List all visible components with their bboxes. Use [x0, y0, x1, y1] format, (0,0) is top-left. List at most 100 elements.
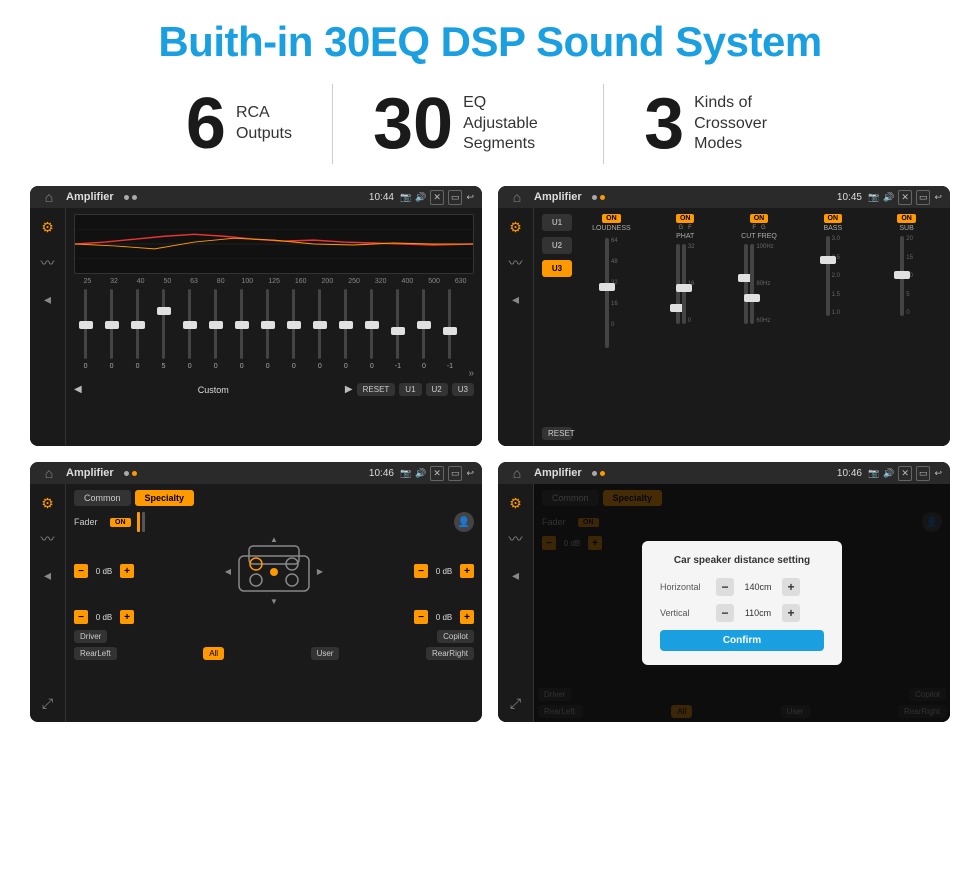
- fader-on-toggle[interactable]: ON: [110, 518, 131, 527]
- copilot-btn[interactable]: Copilot: [437, 630, 474, 643]
- db-minus-2[interactable]: −: [74, 610, 88, 624]
- slider-thumb-15: [443, 327, 457, 335]
- eq-u1-btn[interactable]: U1: [399, 383, 421, 396]
- cutfreq-gf: F G: [752, 225, 765, 231]
- slider-thumb-10: [313, 321, 327, 329]
- common-tab[interactable]: Common: [74, 490, 131, 506]
- bass-thumb: [820, 256, 836, 264]
- eq-slider-8[interactable]: 0: [256, 289, 279, 379]
- eq-reset-btn[interactable]: RESET: [357, 383, 396, 396]
- phat-track-f[interactable]: [682, 244, 686, 324]
- eq-icon[interactable]: ⚙: [37, 216, 59, 238]
- db-minus-r1[interactable]: −: [414, 564, 428, 578]
- eq-slider-2[interactable]: 0: [100, 289, 123, 379]
- vol-down-icon-3[interactable]: ◂: [37, 564, 59, 586]
- eq-slider-4[interactable]: 5: [152, 289, 175, 379]
- eq-icon-2[interactable]: ⚙: [505, 216, 527, 238]
- user-btn[interactable]: User: [311, 647, 340, 660]
- crossover-reset-btn[interactable]: RESET: [542, 427, 572, 440]
- fader-status-bar: ⌂ Amplifier 10:46 📷 🔊 ✕ ▭ ↩: [30, 462, 482, 484]
- eq-slider-5[interactable]: 0: [178, 289, 201, 379]
- eq-slider-12[interactable]: 0: [360, 289, 383, 379]
- eq-slider-10[interactable]: 0: [308, 289, 331, 379]
- sig-icon: ✕: [898, 190, 912, 205]
- eq-icon-3[interactable]: ⚙: [37, 492, 59, 514]
- db-plus-1[interactable]: +: [120, 564, 134, 578]
- preset-u2-btn[interactable]: U2: [542, 237, 572, 254]
- eq-slider-14[interactable]: 0: [412, 289, 435, 379]
- horizontal-minus-btn[interactable]: −: [716, 578, 734, 596]
- db-plus-r1[interactable]: +: [460, 564, 474, 578]
- eq-slider-1[interactable]: 0: [74, 289, 97, 379]
- eq-slider-9[interactable]: 0: [282, 289, 305, 379]
- eq-status-dots: [124, 195, 137, 200]
- sub-track[interactable]: [900, 236, 904, 316]
- expand-icon-4[interactable]: ⤢: [505, 692, 527, 714]
- vertical-plus-btn[interactable]: +: [782, 604, 800, 622]
- distance-dialog: Car speaker distance setting Horizontal …: [642, 541, 842, 665]
- freq-125: 125: [261, 278, 288, 285]
- driver-btn[interactable]: Driver: [74, 630, 107, 643]
- wave-icon-4[interactable]: 〰: [505, 528, 527, 550]
- stat-label-eq: EQ AdjustableSegments: [463, 93, 563, 155]
- freq-250: 250: [341, 278, 368, 285]
- eq-u2-btn[interactable]: U2: [426, 383, 448, 396]
- db-plus-r2[interactable]: +: [460, 610, 474, 624]
- eq-next-btn[interactable]: ▶: [345, 384, 353, 395]
- slider-val-12: 0: [370, 363, 374, 370]
- eq-slider-7[interactable]: 0: [230, 289, 253, 379]
- volume-down-icon[interactable]: ◂: [37, 288, 59, 310]
- eq-u3-btn[interactable]: U3: [452, 383, 474, 396]
- preset-u3-btn[interactable]: U3: [542, 260, 572, 277]
- slider-track-8: [266, 289, 269, 359]
- wave-icon-2[interactable]: 〰: [505, 252, 527, 274]
- fader-bar: [137, 512, 140, 532]
- eq-icon-4[interactable]: ⚙: [505, 492, 527, 514]
- all-btn[interactable]: All: [203, 647, 224, 660]
- loudness-track[interactable]: [605, 238, 609, 348]
- slider-val-6: 0: [214, 363, 218, 370]
- specialty-tab[interactable]: Specialty: [135, 490, 195, 506]
- slider-thumb-9: [287, 321, 301, 329]
- fader-user-icon[interactable]: 👤: [454, 512, 474, 532]
- horizontal-plus-btn[interactable]: +: [782, 578, 800, 596]
- freq-320: 320: [367, 278, 394, 285]
- db-control-right-1: − 0 dB +: [414, 564, 474, 578]
- rearright-btn[interactable]: RearRight: [426, 647, 474, 660]
- rearleft-btn[interactable]: RearLeft: [74, 647, 117, 660]
- eq-screen: ⌂ Amplifier 10:44 📷 🔊 ✕ ▭ ↩ ⚙ 〰: [30, 186, 482, 446]
- confirm-button[interactable]: Confirm: [660, 630, 824, 651]
- eq-prev-btn[interactable]: ◀: [74, 384, 82, 395]
- cutfreq-track2[interactable]: [750, 244, 754, 324]
- expand-icon-3[interactable]: ⤢: [37, 692, 59, 714]
- vertical-minus-btn[interactable]: −: [716, 604, 734, 622]
- eq-slider-15[interactable]: -1: [438, 289, 461, 379]
- wave-icon-3[interactable]: 〰: [37, 528, 59, 550]
- cutfreq-track1[interactable]: [744, 244, 748, 324]
- wave-icon[interactable]: 〰: [37, 252, 59, 274]
- crossover-screen-content: ⚙ 〰 ◂ U1 U2 U3 RESET: [498, 208, 950, 446]
- slider-val-13: -1: [395, 363, 401, 370]
- vol-icon-3: 🔊: [415, 468, 426, 479]
- slider-val-8: 0: [266, 363, 270, 370]
- preset-u1-btn[interactable]: U1: [542, 214, 572, 231]
- svg-text:◀: ◀: [225, 567, 232, 576]
- fader-tabs: Common Specialty: [74, 490, 474, 506]
- eq-freq-labels: 25 32 40 50 63 80 100 125 160 200 250 32…: [74, 278, 474, 285]
- home-icon-3: ⌂: [38, 462, 60, 484]
- slider-val-5: 0: [188, 363, 192, 370]
- freq-500: 500: [421, 278, 448, 285]
- vol-down-icon-2[interactable]: ◂: [505, 288, 527, 310]
- freq-25: 25: [74, 278, 101, 285]
- db-minus-r2[interactable]: −: [414, 610, 428, 624]
- bass-track[interactable]: [826, 236, 830, 316]
- eq-slider-6[interactable]: 0: [204, 289, 227, 379]
- eq-slider-11[interactable]: 0: [334, 289, 357, 379]
- db-control-right-2: − 0 dB +: [414, 610, 474, 624]
- db-plus-2[interactable]: +: [120, 610, 134, 624]
- db-minus-1[interactable]: −: [74, 564, 88, 578]
- vol-down-icon-4[interactable]: ◂: [505, 564, 527, 586]
- eq-slider-13[interactable]: -1: [386, 289, 409, 379]
- freq-32: 32: [101, 278, 128, 285]
- eq-slider-3[interactable]: 0: [126, 289, 149, 379]
